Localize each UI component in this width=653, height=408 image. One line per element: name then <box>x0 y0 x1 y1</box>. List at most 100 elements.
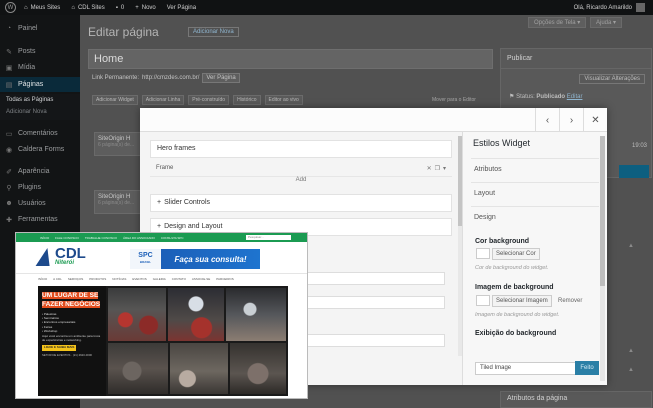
chevron-right-icon[interactable]: › <box>559 108 583 132</box>
frame-label: Frame <box>156 165 174 171</box>
select-image-button[interactable]: Selecionar Imagem <box>492 295 552 307</box>
builder-row-sub: 6 página(s) de... <box>98 200 135 206</box>
prebuilt-button[interactable]: Pré-construído <box>188 95 230 105</box>
copy-icon[interactable]: ❐ <box>435 165 440 172</box>
site-name-menu[interactable]: ⌂ CDL Sites <box>71 5 104 11</box>
sidebar-item-media[interactable]: ▣ Mídia <box>0 60 80 75</box>
select-color-button[interactable]: Selecionar Cor <box>492 248 540 260</box>
tab-layout[interactable]: Layout <box>471 182 599 206</box>
spc-sub: BRASIL <box>139 260 152 264</box>
wordpress-logo-icon[interactable]: W <box>5 2 16 13</box>
hero-badge: LIGUE E SAIBA MAIS <box>42 345 77 351</box>
house-icon: ⌂ <box>71 4 75 11</box>
add-row-button[interactable]: Adicionar Linha <box>141 95 185 105</box>
slider-controls-section[interactable]: + Slider Controls <box>150 194 452 212</box>
permalink-label: Link Permanente: <box>92 75 140 81</box>
builder-row-sub: 6 página(s) de... <box>98 142 135 148</box>
update-button[interactable] <box>619 165 649 178</box>
collapse-arrow-icon[interactable]: ▲ <box>628 243 634 249</box>
cdl-logo-text: CDL Niterói <box>55 245 86 266</box>
chevron-down-icon[interactable]: ▾ <box>443 165 446 172</box>
sidebar-item-appearance[interactable]: ✐ Aparência <box>0 164 80 179</box>
site-menu-item: PARCEIROS <box>216 277 234 281</box>
view-page-link[interactable]: Ver Página <box>167 5 196 11</box>
switch-editor-link[interactable]: Mover para o Editor <box>432 97 476 103</box>
page-title-input[interactable]: Home <box>88 49 493 69</box>
sidebar-item-tools[interactable]: ✚ Ferramentas <box>0 212 80 227</box>
site-menu-item: A CDL <box>53 277 62 281</box>
site-menu-item: ASSOCIE-SE <box>191 277 211 281</box>
site-hero-banner: UM LUGAR DE SE FAZER NEGÓCIOS • Palestra… <box>38 286 288 396</box>
site-main-nav: INÍCIO A CDL SERVIÇOS PRODUTOS NOTÍCIAS … <box>38 277 234 281</box>
spc-brand: SPC <box>138 252 153 259</box>
add-new-page-button[interactable]: Adicionar Nova <box>188 27 239 37</box>
tab-attributes[interactable]: Atributos <box>471 158 599 182</box>
text-field[interactable] <box>300 272 445 285</box>
add-widget-button[interactable]: Adicionar Widget <box>92 95 138 105</box>
bg-display-value: Tiled Image <box>480 365 512 371</box>
scrollbar-thumb[interactable] <box>600 136 605 286</box>
preview-changes-button[interactable]: Visualizar Alterações <box>579 74 645 84</box>
collapse-arrow-icon[interactable]: ▲ <box>628 367 634 373</box>
scrollbar[interactable] <box>600 136 605 381</box>
tab-design[interactable]: Design <box>471 206 599 230</box>
delete-icon[interactable]: ✕ <box>427 165 432 172</box>
publish-time: 19:03 <box>631 143 647 149</box>
sidebar-item-caldera-forms[interactable]: ◉ Caldera Forms <box>0 142 80 157</box>
sidebar-item-users[interactable]: ☻ Usuários <box>0 196 80 211</box>
pages-submenu: Todas as Páginas Adicionar Nova <box>0 94 80 120</box>
account-menu[interactable]: Olá, Ricardo Amarildo <box>574 3 645 12</box>
view-page-button[interactable]: Ver Página <box>202 73 240 83</box>
color-swatch[interactable] <box>476 248 490 259</box>
help-button[interactable]: Ajuda ▾ <box>590 17 623 28</box>
cdl-logo-title: CDL <box>55 245 86 262</box>
close-icon[interactable]: ✕ <box>583 108 607 132</box>
frame-row[interactable]: Frame ✕ ❐ ▾ <box>150 162 452 174</box>
admin-bar: W ⌂ Meus Sites ⌂ CDL Sites ▪ 0 + Novo Ver Pá… <box>0 0 653 15</box>
sidebar-item-pages[interactable]: ▤ Páginas <box>0 77 80 92</box>
bg-image-hint: Imagem de background do widget. <box>475 312 560 318</box>
comment-icon: ▭ <box>5 130 13 138</box>
spc-banner: SPC BRASIL Faça sua consulta! <box>130 249 260 269</box>
hero-footer: SETOR DE EVENTOS · (21) 2620-0000 <box>42 352 92 357</box>
spc-logo: SPC BRASIL <box>130 252 161 266</box>
status-edit-link[interactable]: Editar <box>567 94 583 100</box>
site-top-link: INÍCIO <box>40 235 50 240</box>
screen-options-button[interactable]: Opções de Tela ▾ <box>528 17 587 28</box>
sidebar-item-comments[interactable]: ▭ Comentários <box>0 126 80 141</box>
new-content-menu[interactable]: + Novo <box>135 5 156 11</box>
cdl-logo-mark-icon <box>35 247 55 266</box>
collapse-arrow-icon[interactable]: ▲ <box>628 348 634 354</box>
text-field[interactable] <box>300 334 445 347</box>
section-header: + Slider Controls <box>151 195 451 210</box>
comments-menu[interactable]: ▪ 0 <box>116 5 124 11</box>
status-label: Status: <box>516 94 535 100</box>
chevron-left-icon[interactable]: ‹ <box>535 108 559 132</box>
done-button[interactable]: Feito <box>575 361 599 375</box>
status-value: Publicado <box>536 94 566 100</box>
text-field[interactable] <box>300 296 445 309</box>
submenu-add-new[interactable]: Adicionar Nova <box>0 106 80 118</box>
live-editor-button[interactable]: Editor ao vivo <box>264 95 303 105</box>
hero-frames-section[interactable]: Hero frames <box>150 140 452 158</box>
image-thumbnail[interactable] <box>476 295 490 306</box>
site-search-box: Pesquisar... <box>246 235 291 240</box>
permalink-url[interactable]: http://cmzdes.com.br/ <box>142 75 199 81</box>
remove-image-link[interactable]: Remover <box>558 298 582 304</box>
hero-paragraph: Aqui você encontra um ambiente para troc… <box>42 334 101 342</box>
media-icon: ▣ <box>5 64 13 72</box>
sidebar-item-label: Comentários <box>18 130 58 137</box>
my-sites-menu[interactable]: ⌂ Meus Sites <box>24 5 60 11</box>
sidebar-item-plugins[interactable]: ⚲ Plugins <box>0 180 80 195</box>
page-attributes-box[interactable]: Atributos da página <box>500 391 652 408</box>
sidebar-item-dashboard[interactable]: ◔ Painel <box>0 21 80 36</box>
section-title: Slider Controls <box>164 199 211 206</box>
frame-actions: ✕ ❐ ▾ <box>427 165 446 172</box>
builder-row[interactable]: SiteOrigin H 6 página(s) de... <box>94 132 144 156</box>
sidebar-item-posts[interactable]: ✎ Posts <box>0 44 80 59</box>
builder-row[interactable]: SiteOrigin H 6 página(s) de... <box>94 190 144 214</box>
add-frame-button[interactable]: Add <box>150 176 452 187</box>
submenu-all-pages[interactable]: Todas as Páginas <box>0 94 80 106</box>
event-photo <box>108 343 168 394</box>
history-button[interactable]: Histórico <box>233 95 261 105</box>
